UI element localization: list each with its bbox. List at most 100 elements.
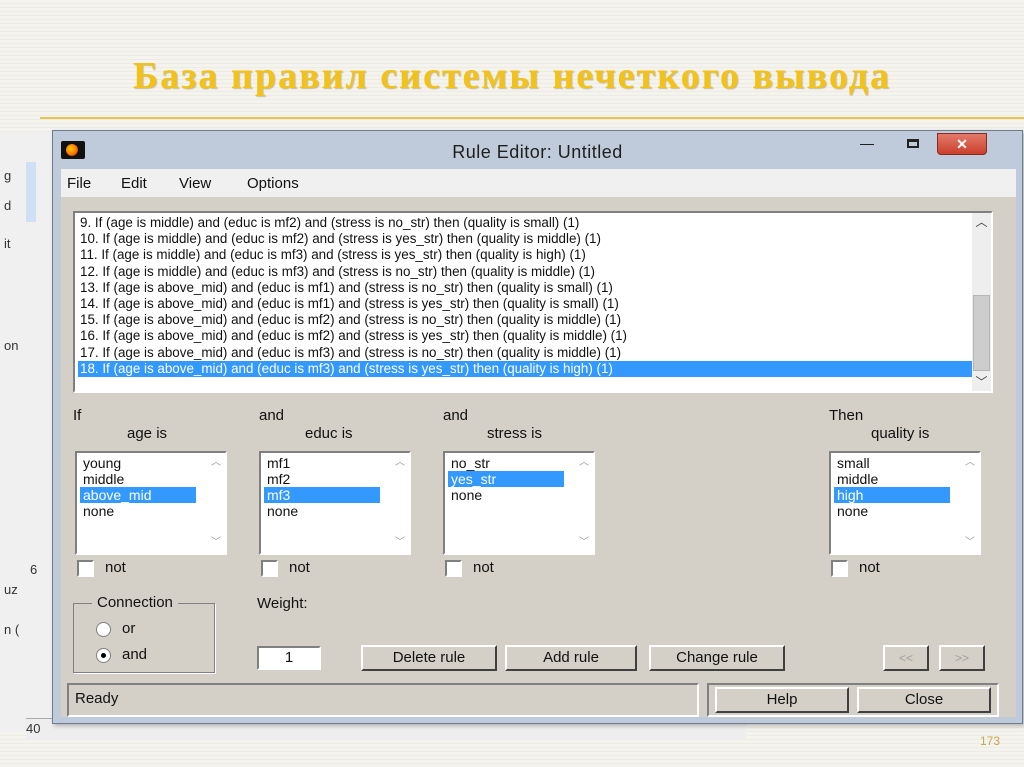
list-item[interactable]: above_mid [80, 487, 196, 503]
status-bar: Ready [67, 683, 699, 717]
list-item[interactable]: no_str [448, 455, 564, 471]
rules-scrollbar[interactable]: ︿ ﹀ [972, 213, 991, 391]
rule-row[interactable]: 13. If (age is above_mid) and (educ is m… [78, 280, 973, 296]
quality-not-checkbox[interactable] [831, 560, 848, 577]
list-item[interactable]: yes_str [448, 471, 564, 487]
scroll-down-icon[interactable]: ﹀ [391, 535, 409, 551]
bg-fragment: g [4, 168, 12, 183]
stress-not-checkbox[interactable] [445, 560, 462, 577]
stress-not-label: not [473, 559, 494, 576]
scroll-up-icon[interactable]: ︿ [575, 455, 593, 471]
list-item[interactable]: high [834, 487, 950, 503]
rule-row[interactable]: 17. If (age is above_mid) and (educ is m… [78, 345, 973, 361]
list-item[interactable]: mf3 [264, 487, 380, 503]
client-area: File Edit View Options 9. If (age is mid… [61, 169, 1016, 717]
slide-title: База правил системы нечеткого вывода [133, 55, 891, 97]
educ-scrollbar[interactable]: ︿ ﹀ [391, 453, 409, 553]
then-label: Then [829, 407, 864, 424]
rule-row[interactable]: 12. If (age is middle) and (educ is mf3)… [78, 264, 973, 280]
list-item[interactable]: none [834, 503, 950, 519]
list-item[interactable]: young [80, 455, 196, 471]
list-item[interactable]: none [80, 503, 196, 519]
scroll-down-icon[interactable]: ﹀ [972, 373, 991, 391]
list-item[interactable]: small [834, 455, 950, 471]
scroll-thumb[interactable] [973, 295, 990, 371]
or-radio[interactable] [96, 622, 111, 637]
rule-row[interactable]: 15. If (age is above_mid) and (educ is m… [78, 312, 973, 328]
minimize-button[interactable]: — [853, 133, 881, 155]
status-text: Ready [75, 690, 119, 707]
menu-view[interactable]: View [179, 175, 211, 192]
maximize-button[interactable] [899, 133, 927, 155]
quality-options: small middle high none [834, 455, 950, 519]
scroll-down-icon[interactable]: ﹀ [575, 535, 593, 551]
educ-listbox[interactable]: mf1 mf2 mf3 none ︿ ﹀ [259, 451, 411, 555]
menu-file[interactable]: File [67, 175, 91, 192]
scroll-up-icon[interactable]: ︿ [961, 455, 979, 471]
if-label: If [73, 407, 82, 424]
educ-not-label: not [289, 559, 310, 576]
bg-fragment: uz [4, 582, 18, 597]
scroll-up-icon[interactable]: ︿ [972, 213, 991, 231]
and-label: and [122, 646, 148, 663]
quality-label: quality is [871, 425, 930, 442]
background-strip [26, 162, 36, 222]
window-close-button[interactable]: ✕ [937, 133, 987, 155]
age-scrollbar[interactable]: ︿ ﹀ [207, 453, 225, 553]
list-item[interactable]: none [448, 487, 564, 503]
educ-not-checkbox[interactable] [261, 560, 278, 577]
menu-options[interactable]: Options [247, 175, 299, 192]
rule-row[interactable]: 11. If (age is middle) and (educ is mf3)… [78, 247, 973, 263]
connection-group: Connection or and [73, 594, 215, 673]
title-bar[interactable]: Rule Editor: Untitled — ✕ [53, 131, 1022, 169]
dialog-buttons-frame: Help Close [707, 683, 999, 717]
help-button[interactable]: Help [715, 687, 849, 713]
bg-fragment: on [4, 338, 19, 353]
rule-row[interactable]: 9. If (age is middle) and (educ is mf2) … [78, 215, 973, 231]
rule-row[interactable]: 14. If (age is above_mid) and (educ is m… [78, 296, 973, 312]
stress-listbox[interactable]: no_str yes_str none ︿ ﹀ [443, 451, 595, 555]
list-item[interactable]: middle [834, 471, 950, 487]
age-not-checkbox[interactable] [77, 560, 94, 577]
rule-editor-window: Rule Editor: Untitled — ✕ File Edit View… [52, 130, 1023, 724]
quality-listbox[interactable]: small middle high none ︿ ﹀ [829, 451, 981, 555]
rule-row[interactable]: 10. If (age is middle) and (educ is mf2)… [78, 231, 973, 247]
list-item[interactable]: none [264, 503, 380, 519]
change-rule-button[interactable]: Change rule [649, 645, 785, 671]
stress-label: stress is [487, 425, 543, 442]
stress-options: no_str yes_str none [448, 455, 564, 503]
educ-options: mf1 mf2 mf3 none [264, 455, 380, 519]
and-label-2: and [443, 407, 469, 424]
quality-not-label: not [859, 559, 880, 576]
menu-edit[interactable]: Edit [121, 175, 147, 192]
scroll-down-icon[interactable]: ﹀ [207, 535, 225, 551]
list-item[interactable]: mf2 [264, 471, 380, 487]
educ-label: educ is [305, 425, 353, 442]
rule-row[interactable]: 16. If (age is above_mid) and (educ is m… [78, 328, 973, 344]
list-item[interactable]: mf1 [264, 455, 380, 471]
or-label: or [122, 620, 136, 637]
scroll-up-icon[interactable]: ︿ [391, 455, 409, 471]
bg-fragment: n ( [4, 622, 20, 637]
and-radio[interactable] [96, 648, 111, 663]
close-button[interactable]: Close [857, 687, 991, 713]
age-listbox[interactable]: young middle above_mid none ︿ ﹀ [75, 451, 227, 555]
stress-scrollbar[interactable]: ︿ ﹀ [575, 453, 593, 553]
scroll-down-icon[interactable]: ﹀ [961, 535, 979, 551]
next-rule-button[interactable]: >> [939, 645, 985, 671]
bg-fragment: 40 [26, 721, 41, 736]
add-rule-button[interactable]: Add rule [505, 645, 637, 671]
rule-row[interactable]: 18. If (age is above_mid) and (educ is m… [78, 360, 973, 377]
prev-rule-button[interactable]: << [883, 645, 929, 671]
quality-scrollbar[interactable]: ︿ ﹀ [961, 453, 979, 553]
delete-rule-button[interactable]: Delete rule [361, 645, 497, 671]
scroll-up-icon[interactable]: ︿ [207, 455, 225, 471]
rules-listbox[interactable]: 9. If (age is middle) and (educ is mf2) … [73, 211, 993, 393]
page-number: 173 [979, 734, 1000, 748]
bg-fragment: d [4, 198, 12, 213]
list-item[interactable]: middle [80, 471, 196, 487]
weight-input[interactable]: 1 [257, 646, 321, 670]
bg-fragment: it [4, 236, 11, 251]
menu-bar: File Edit View Options [61, 169, 1016, 197]
and-label-1: and [259, 407, 285, 424]
